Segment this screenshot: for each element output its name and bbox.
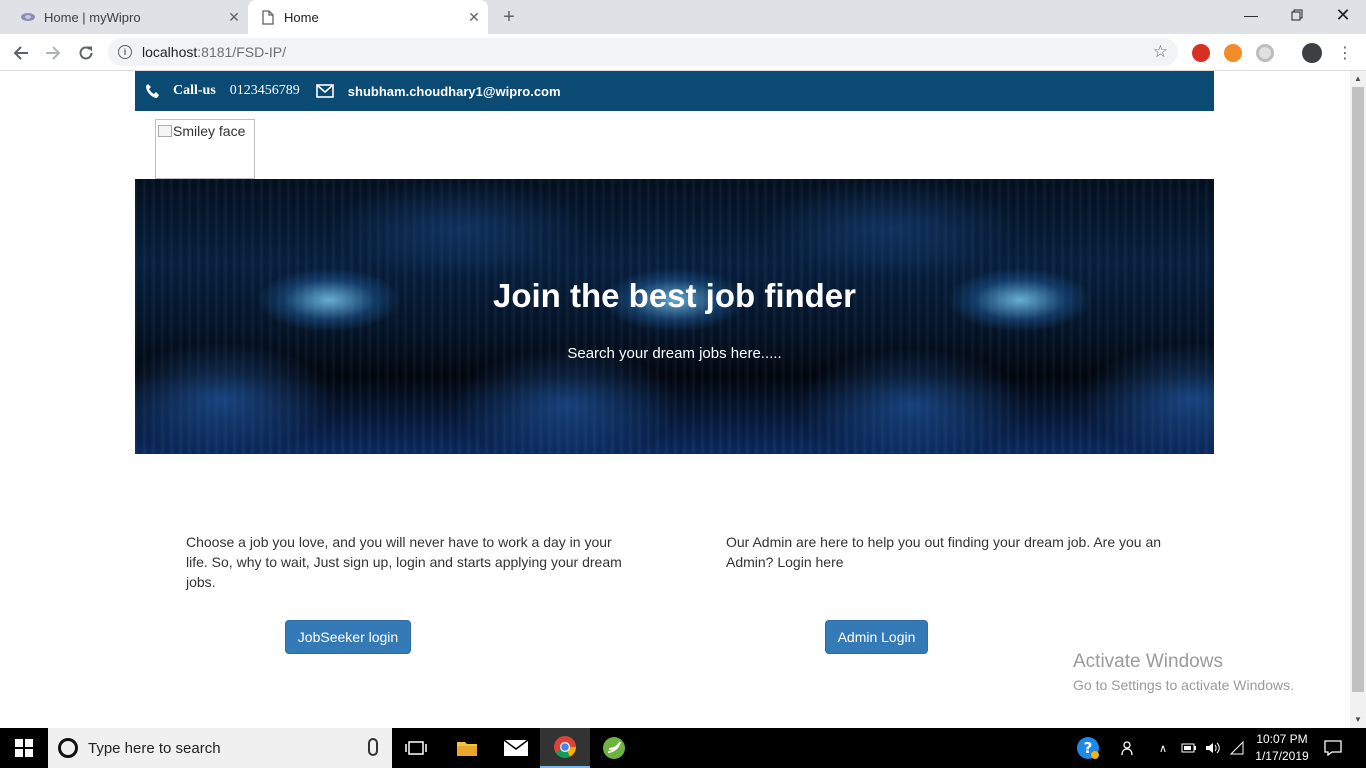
scroll-up-icon[interactable]: ▲ bbox=[1350, 71, 1366, 87]
battery-icon[interactable] bbox=[1180, 728, 1198, 768]
phone-number: 0123456789 bbox=[229, 83, 300, 98]
url-path: :8181/FSD-IP/ bbox=[197, 44, 286, 60]
contact-bar: Call-us 0123456789 shubham.choudhary1@wi… bbox=[135, 71, 1214, 111]
browser-toolbar: i localhost:8181/FSD-IP/ ☆ ⋮ bbox=[0, 34, 1366, 71]
envelope-icon bbox=[315, 84, 334, 98]
extension-orange-icon[interactable] bbox=[1224, 44, 1242, 62]
jobseeker-login-button[interactable]: JobSeeker login bbox=[285, 620, 411, 654]
address-bar[interactable]: i localhost:8181/FSD-IP/ ☆ bbox=[108, 38, 1178, 66]
restore-icon[interactable] bbox=[1274, 0, 1320, 30]
tab-title: Home | myWipro bbox=[44, 9, 141, 25]
taskbar-search-input[interactable]: Type here to search bbox=[48, 728, 392, 768]
hero-title: Join the best job finder bbox=[492, 277, 857, 314]
cortana-icon bbox=[58, 738, 78, 758]
windows-start-icon[interactable] bbox=[0, 728, 48, 768]
taskbar-time: 10:07 PM bbox=[1256, 732, 1308, 746]
activate-windows-watermark: Activate Windows Go to Settings to activ… bbox=[1073, 651, 1294, 693]
broken-image-icon bbox=[158, 125, 172, 137]
logo-image-broken: Smiley face bbox=[155, 119, 255, 179]
page-scrollbar[interactable]: ▲ ▼ bbox=[1350, 71, 1366, 728]
chrome-taskbar-icon[interactable] bbox=[540, 728, 590, 768]
tab-home[interactable]: Home ✕ bbox=[248, 0, 488, 34]
back-arrow-icon[interactable] bbox=[8, 40, 34, 66]
tab-title: Home bbox=[284, 9, 319, 25]
reload-icon[interactable] bbox=[73, 40, 99, 66]
close-tab-icon[interactable]: ✕ bbox=[220, 9, 248, 26]
show-hidden-icons-chevron-icon[interactable]: ∧ bbox=[1156, 728, 1170, 768]
page-icon bbox=[260, 9, 276, 25]
logo-alt-text: Smiley face bbox=[173, 123, 246, 139]
hero-subtitle: Search your dream jobs here..... bbox=[567, 345, 782, 362]
taskbar-date: 1/17/2019 bbox=[1255, 749, 1309, 763]
task-view-icon[interactable] bbox=[400, 728, 432, 768]
site-info-icon[interactable]: i bbox=[118, 45, 132, 59]
profile-avatar[interactable] bbox=[1302, 43, 1322, 63]
action-center-icon[interactable] bbox=[1320, 728, 1346, 768]
people-icon[interactable] bbox=[1118, 728, 1140, 768]
close-tab-icon[interactable]: ✕ bbox=[460, 9, 488, 26]
call-us-label: Call-us bbox=[173, 83, 216, 98]
minimize-icon[interactable]: — bbox=[1228, 0, 1274, 30]
taskbar-search-placeholder: Type here to search bbox=[88, 739, 221, 757]
forward-arrow-icon[interactable] bbox=[40, 40, 66, 66]
watermark-title: Activate Windows bbox=[1073, 651, 1223, 672]
phone-icon bbox=[146, 84, 159, 98]
taskbar-clock[interactable]: 10:07 PM 1/17/2019 bbox=[1244, 731, 1320, 765]
opera-extension-icon[interactable] bbox=[1192, 44, 1210, 62]
help-icon[interactable]: ? bbox=[1074, 728, 1102, 768]
scrollbar-thumb[interactable] bbox=[1352, 87, 1364, 692]
spring-tool-suite-icon[interactable] bbox=[598, 728, 630, 768]
page-viewport: Call-us 0123456789 shubham.choudhary1@wi… bbox=[0, 71, 1350, 728]
email-address[interactable]: shubham.choudhary1@wipro.com bbox=[348, 84, 561, 99]
windows-taskbar: Type here to search ? ∧ 10:07 PM 1/17/20… bbox=[0, 728, 1366, 768]
svg-text:?: ? bbox=[1084, 739, 1093, 757]
file-explorer-icon[interactable] bbox=[452, 728, 482, 768]
mail-icon[interactable] bbox=[500, 728, 532, 768]
hero-banner: Join the best job finder Search your dre… bbox=[135, 179, 1214, 454]
watermark-subtitle: Go to Settings to activate Windows. bbox=[1073, 677, 1294, 693]
tab-home-mywipro[interactable]: Home | myWipro ✕ bbox=[8, 0, 248, 34]
extension-grey-icon[interactable] bbox=[1256, 44, 1274, 62]
jobseeker-description: Choose a job you love, and you will neve… bbox=[186, 534, 622, 590]
url-host: localhost bbox=[142, 44, 198, 60]
new-tab-icon[interactable]: + bbox=[497, 5, 521, 29]
browser-menu-icon[interactable]: ⋮ bbox=[1332, 40, 1358, 66]
bookmark-star-icon[interactable]: ☆ bbox=[1153, 42, 1168, 62]
scroll-down-icon[interactable]: ▼ bbox=[1350, 712, 1366, 728]
admin-login-button[interactable]: Admin Login bbox=[825, 620, 928, 654]
microphone-icon[interactable] bbox=[368, 738, 378, 756]
close-window-icon[interactable]: ✕ bbox=[1320, 0, 1366, 30]
browser-tab-strip: Home | myWipro ✕ Home ✕ + — ✕ bbox=[0, 0, 1366, 34]
wipro-favicon-icon bbox=[20, 9, 36, 25]
admin-description: Our Admin are here to help you out findi… bbox=[726, 534, 1162, 570]
volume-icon[interactable] bbox=[1204, 728, 1222, 768]
